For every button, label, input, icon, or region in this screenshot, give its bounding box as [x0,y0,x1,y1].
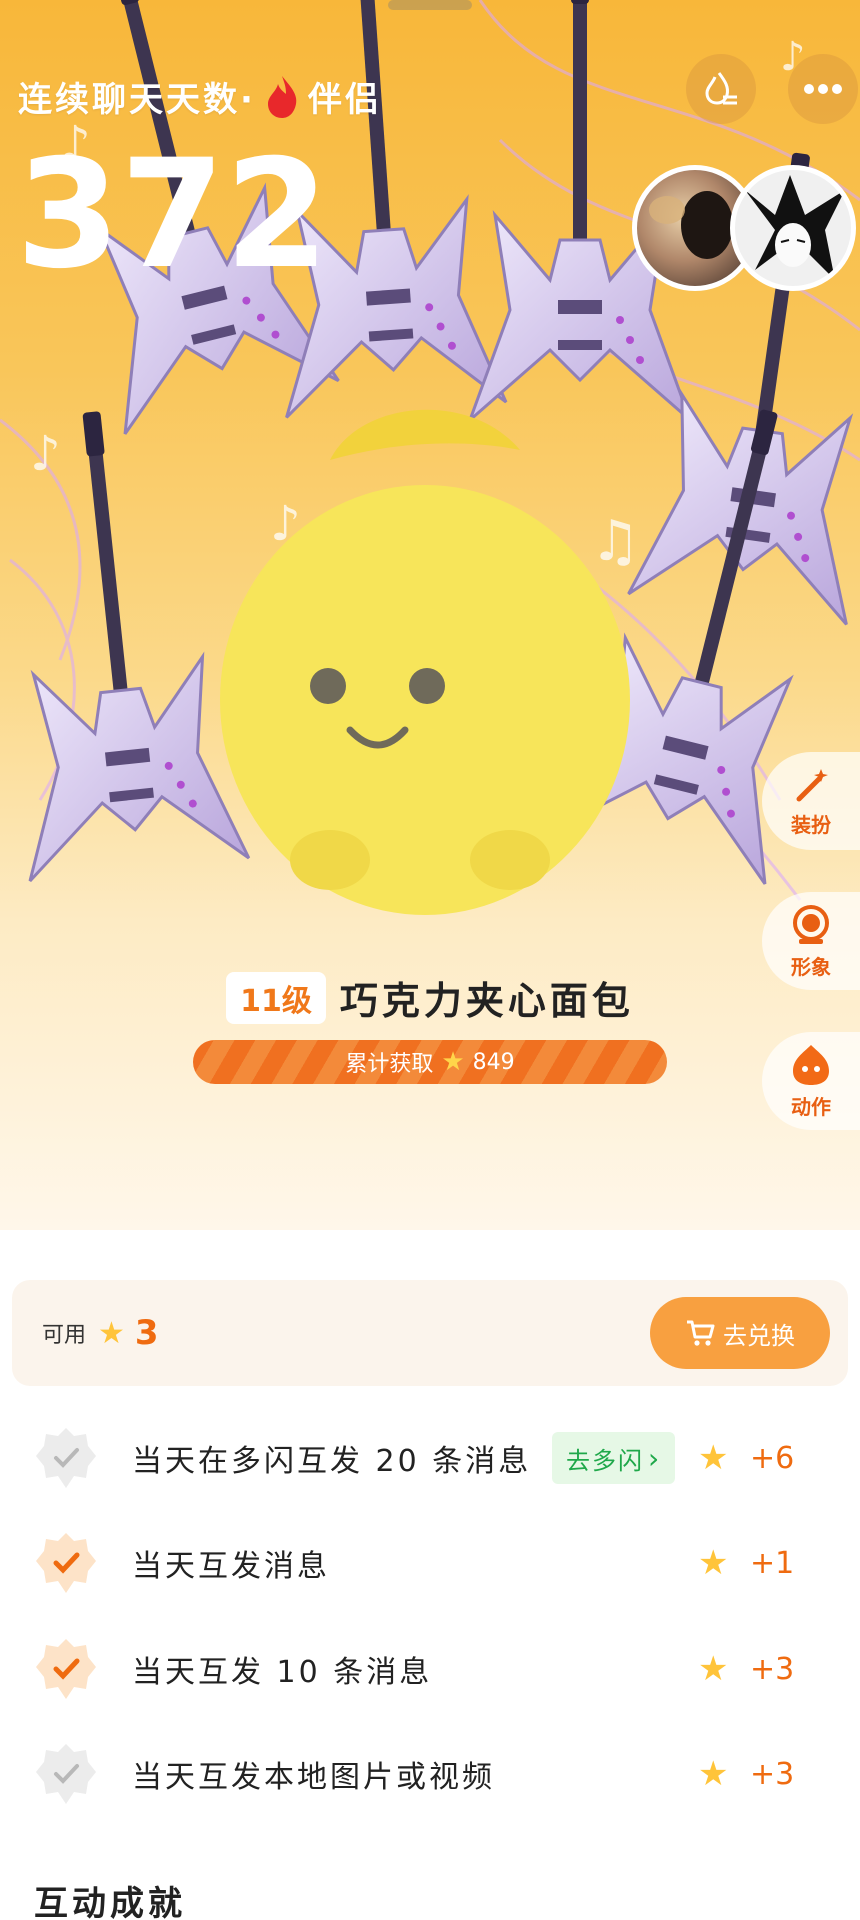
action-icon [793,1044,829,1085]
flame-icon [267,75,297,118]
star-icon: ★ [698,1649,729,1689]
checked-badge-icon [34,1531,98,1595]
task-text: 当天互发本地图片或视频 [132,1760,495,1795]
appearance-button[interactable]: 形象 [762,892,860,990]
svg-text:♪: ♪ [30,426,61,482]
task-text: 当天互发 10 条消息 [132,1655,433,1690]
avatar-partner[interactable] [730,165,856,291]
avatar-manga [745,175,845,280]
more-dots-icon [804,84,842,94]
action-label: 动作 [791,1094,831,1119]
dress-up-label: 装扮 [791,812,831,837]
task-reward: +1 [750,1545,795,1581]
task-reward: +3 [750,1756,795,1792]
star-icon: ★ [98,1315,125,1351]
relation-label: 伴侣 [307,80,382,120]
task-row: 当天在多闪互发 20 条消息 去多闪 › ★ +6 [0,1423,860,1493]
total-earned-value: 849 [472,1049,515,1075]
task-reward: +3 [750,1651,795,1687]
unchecked-badge-icon [34,1742,98,1806]
total-earned-bar: 累计获取 ★ 849 [193,1040,667,1084]
action-button[interactable]: 动作 [762,1032,860,1130]
task-reward: +6 [750,1440,795,1476]
cart-icon [687,1320,715,1346]
achievements-title: 互动成就 [34,1884,186,1920]
go-duoshan-button[interactable]: 去多闪 › [552,1432,676,1484]
task-text: 当天互发消息 [132,1549,330,1584]
star-icon: ★ [441,1047,465,1077]
star-icon: ★ [698,1438,729,1478]
streak-label: 连续聊天天数· 伴侣 [18,72,382,121]
appearance-icon [793,904,829,944]
svg-text:♫: ♫ [590,509,640,574]
total-earned-label: 累计获取 [345,1052,434,1077]
exchange-button[interactable]: 去兑换 [650,1297,830,1369]
fire-filter-button[interactable] [686,54,756,124]
checked-badge-icon [34,1637,98,1701]
streak-days: 372 [16,128,330,302]
task-text: 当天在多闪互发 20 条消息 [132,1444,532,1479]
star-icon: ★ [698,1754,729,1794]
couple-avatars[interactable] [632,165,860,295]
pet-name: 巧克力夹心面包 [339,979,634,1023]
pet-hero-area: ♪ ♪ ♪ ♫ ♪ 连续聊天天数· 伴侣 372 11级 巧克力夹心面包 累计获… [0,0,860,1230]
pet-character [220,409,630,915]
task-row: 当天互发消息 ★ +1 [0,1528,860,1598]
go-duoshan-label: 去多闪 [566,1446,644,1475]
available-label: 可用 [42,1323,87,1348]
fire-filter-icon [705,72,737,105]
unchecked-badge-icon [34,1426,98,1490]
chevron-right-icon: › [648,1441,662,1475]
appearance-label: 形象 [791,954,831,979]
task-row: 当天互发本地图片或视频 ★ +3 [0,1739,860,1809]
level-badge: 11级 [226,971,326,1024]
pet-title-row: 11级 巧克力夹心面包 [0,970,860,1025]
magic-wand-icon [796,768,828,801]
star-icon: ★ [698,1543,729,1583]
more-button[interactable] [788,54,858,124]
exchange-label: 去兑换 [723,1321,795,1350]
available-count: 3 [134,1313,159,1353]
dress-up-button[interactable]: 装扮 [762,752,860,850]
streak-label-text: 连续聊天天数· [18,80,256,120]
available-stars-card: 可用 ★ 3 去兑换 [12,1280,848,1386]
task-row: 当天互发 10 条消息 ★ +3 [0,1634,860,1704]
